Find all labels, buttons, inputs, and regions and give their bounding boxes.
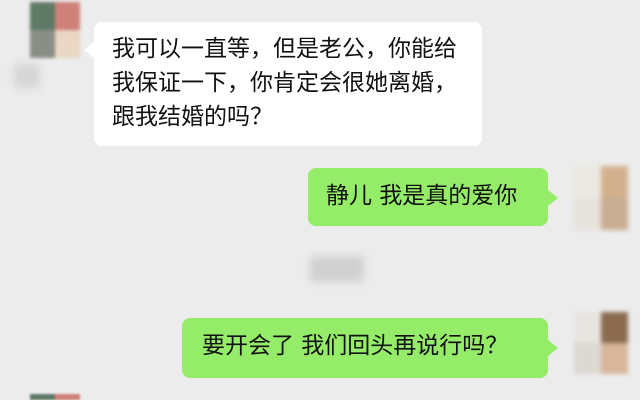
contact-avatar[interactable] bbox=[30, 394, 80, 400]
message-text-line: 跟我结婚的吗？ bbox=[112, 104, 273, 130]
message-text: 静儿 我是真的爱你 bbox=[326, 183, 518, 209]
contact-avatar[interactable] bbox=[30, 2, 80, 58]
my-avatar[interactable] bbox=[574, 166, 628, 230]
my-avatar[interactable] bbox=[574, 312, 628, 374]
outgoing-message-bubble[interactable]: 要开会了 我们回头再说行吗？ bbox=[182, 318, 558, 378]
blurred-timestamp bbox=[310, 256, 364, 282]
blurred-area bbox=[14, 64, 40, 88]
incoming-message-bubble[interactable]: 我可以一直等，但是老公，你能给 我保证一下，你肯定会很她离婚， 跟我结婚的吗？ bbox=[84, 22, 482, 146]
message-text-line: 我保证一下，你肯定会很她离婚， bbox=[112, 70, 457, 96]
chat-conversation: 我可以一直等，但是老公，你能给 我保证一下，你肯定会很她离婚， 跟我结婚的吗？ … bbox=[0, 0, 640, 400]
message-text-line: 我可以一直等，但是老公，你能给 bbox=[112, 36, 457, 62]
message-text: 要开会了 我们回头再说行吗？ bbox=[202, 333, 509, 359]
outgoing-message-bubble[interactable]: 静儿 我是真的爱你 bbox=[308, 168, 558, 226]
